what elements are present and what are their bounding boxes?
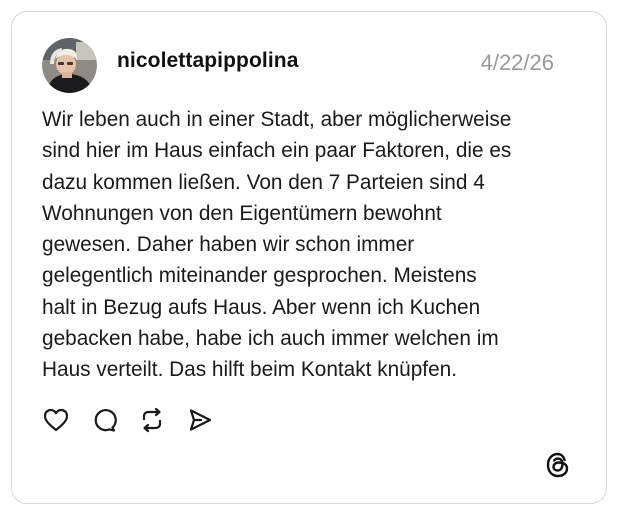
username[interactable]: nicolettapippolina (117, 49, 298, 73)
send-icon (189, 409, 212, 431)
threads-logo-icon (544, 451, 572, 479)
post-date: 4/22/26 (480, 50, 554, 75)
heart-icon (43, 408, 69, 432)
repost-button[interactable] (138, 406, 166, 434)
action-bar (42, 406, 234, 434)
avatar[interactable] (42, 38, 97, 93)
share-button[interactable] (186, 406, 214, 434)
post-card: nicolettapippolina 4/22/26 Wir leben auc… (11, 11, 607, 504)
comment-icon (94, 409, 117, 432)
reply-button[interactable] (90, 406, 118, 434)
repost-icon (142, 407, 162, 433)
like-button[interactable] (42, 406, 70, 434)
post-text: Wir leben auch in einer Stadt, aber mögl… (42, 108, 512, 382)
